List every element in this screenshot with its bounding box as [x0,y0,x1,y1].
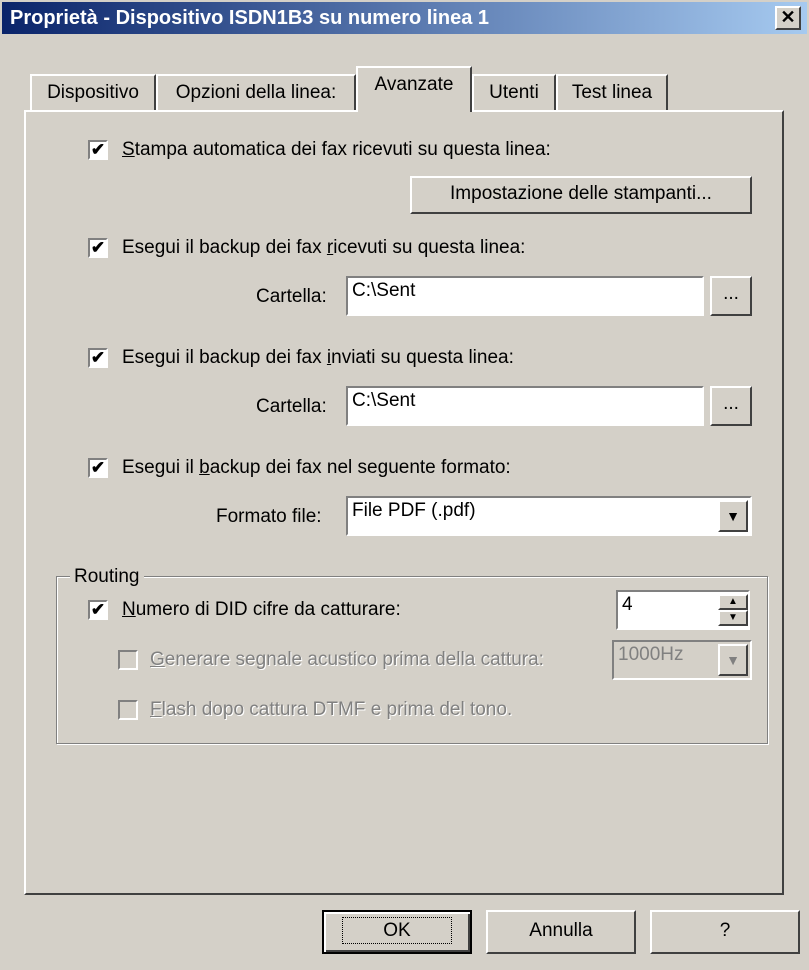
file-format-label: Formato file: [216,506,322,527]
sent-browse-button[interactable]: ... [710,386,752,426]
backup-format-checkbox[interactable]: ✔ [88,458,108,478]
auto-print-checkbox[interactable]: ✔ [88,140,108,160]
label-text: icevuti su questa linea: [333,237,526,258]
routing-legend: Routing [70,566,144,588]
button-label: OK [342,917,452,944]
label-text: Esegui il [122,457,200,478]
tab-avanzate[interactable]: Avanzate [356,66,472,112]
did-digits-checkbox[interactable]: ✔ [88,600,108,620]
arrow-down-icon: ▼ [728,612,738,623]
received-folder-label: Cartella: [256,286,327,307]
flash-checkbox [118,700,138,720]
did-spin-up[interactable]: ▲ [718,594,748,610]
backup-format-label: Esegui il backup dei fax nel seguente fo… [122,457,511,479]
did-digits-label: Numero di DID cifre da catturare: [122,599,401,621]
label-text: tampa automatica dei fax ricevuti su que… [134,139,551,160]
label-text: ackup dei fax nel seguente formato: [209,457,511,478]
mnemonic: N [122,599,136,620]
label-text: enerare segnale acustico prima della cat… [164,649,544,670]
window-title: Proprietà - Dispositivo ISDN1B3 su numer… [10,7,490,29]
tab-opzioni-linea[interactable]: Opzioni della linea: [156,74,356,110]
title-bar: Proprietà - Dispositivo ISDN1B3 su numer… [2,2,807,34]
backup-sent-label: Esegui il backup dei fax inviati su ques… [122,347,514,369]
button-label: ... [723,283,739,304]
sent-folder-label: Cartella: [256,396,327,417]
tab-utenti[interactable]: Utenti [472,74,556,110]
backup-received-checkbox[interactable]: ✔ [88,238,108,258]
help-button[interactable]: ? [650,910,800,954]
tab-dispositivo[interactable]: Dispositivo [30,74,156,110]
button-label: Annulla [529,920,593,941]
file-format-select[interactable]: File PDF (.pdf) [346,496,752,536]
ok-button[interactable]: OK [322,910,472,954]
printer-setup-button[interactable]: Impostazione delle stampanti... [410,176,752,214]
tab-label: Utenti [489,82,539,103]
label-text: umero di DID cifre da catturare: [135,599,401,620]
cancel-button[interactable]: Annulla [486,910,636,954]
arrow-up-icon: ▲ [728,596,738,607]
file-format-dropdown-button[interactable]: ▼ [718,500,748,532]
button-label: ... [723,393,739,414]
did-spin-down[interactable]: ▼ [718,610,748,626]
mnemonic: S [122,139,135,160]
beep-label: Generare segnale acustico prima della ca… [150,649,544,671]
backup-received-label: Esegui il backup dei fax ricevuti su que… [122,237,525,259]
mnemonic: b [199,457,210,478]
label-text: lash dopo cattura DTMF e prima del tono. [161,699,513,720]
mnemonic: F [150,699,162,720]
label-text: nviati su questa linea: [331,347,514,368]
label-text: Esegui il backup dei fax [122,347,327,368]
button-label: ? [719,920,731,941]
flash-label: Flash dopo cattura DTMF e prima del tono… [150,699,512,721]
chevron-down-icon: ▼ [726,508,740,524]
close-icon: ✕ [780,7,796,27]
received-browse-button[interactable]: ... [710,276,752,316]
tab-label: Test linea [571,82,653,103]
tab-label: Opzioni della linea: [175,82,337,103]
mnemonic: G [150,649,165,670]
chevron-down-icon: ▼ [726,652,740,668]
button-label: Impostazione delle stampanti... [450,183,712,204]
tab-test-linea[interactable]: Test linea [556,74,668,110]
backup-sent-checkbox[interactable]: ✔ [88,348,108,368]
tab-label: Avanzate [374,74,454,95]
close-button[interactable]: ✕ [775,6,801,30]
beep-checkbox [118,650,138,670]
label-text: Esegui il backup dei fax [122,237,327,258]
sent-folder-input[interactable]: C:\Sent [346,386,704,426]
auto-print-label: Stampa automatica dei fax ricevuti su qu… [122,139,551,161]
received-folder-input[interactable]: C:\Sent [346,276,704,316]
tab-label: Dispositivo [47,82,139,103]
beep-frequency-dropdown-button: ▼ [718,644,748,676]
